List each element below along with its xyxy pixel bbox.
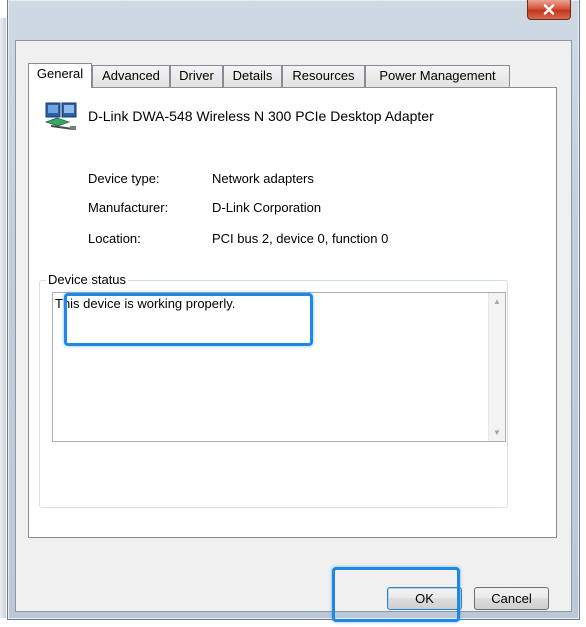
device-status-text[interactable]: This device is working properly. [55, 296, 235, 311]
device-status-title: Device status [46, 272, 129, 288]
device-status-textbox[interactable]: This device is working properly. ▲ ▼ [52, 292, 506, 442]
location-value: PCI bus 2, device 0, function 0 [212, 231, 389, 246]
scroll-down-arrow-icon[interactable]: ▼ [489, 424, 505, 441]
tab-advanced[interactable]: Advanced [92, 65, 170, 87]
title-bar[interactable] [8, 0, 579, 40]
device-type-label: Device type: [88, 171, 160, 186]
manufacturer-label: Manufacturer: [88, 200, 169, 215]
general-tab-panel: D-Link DWA-548 Wireless N 300 PCIe Deskt… [28, 87, 557, 538]
tab-driver[interactable]: Driver [170, 65, 223, 87]
dialog-client-area: General Advanced Driver Details Resource… [15, 40, 572, 612]
close-button[interactable] [527, 0, 571, 20]
device-name: D-Link DWA-548 Wireless N 300 PCIe Deskt… [88, 108, 434, 124]
background-window-edge [0, 18, 6, 618]
tab-resources[interactable]: Resources [282, 65, 365, 87]
tab-power-management[interactable]: Power Management [365, 65, 510, 87]
cancel-button[interactable]: Cancel [474, 587, 549, 610]
scroll-up-arrow-icon[interactable]: ▲ [489, 293, 505, 310]
device-type-value: Network adapters [212, 171, 314, 186]
tab-details[interactable]: Details [223, 65, 282, 87]
manufacturer-value: D-Link Corporation [212, 200, 322, 215]
tab-general[interactable]: General [28, 63, 92, 88]
status-scrollbar[interactable]: ▲ ▼ [488, 293, 505, 441]
close-icon [543, 4, 555, 15]
network-adapter-icon [44, 102, 77, 130]
ok-button[interactable]: OK [387, 587, 462, 610]
device-status-group: Device status This device is working pro… [39, 272, 508, 508]
properties-dialog: General Advanced Driver Details Resource… [7, 0, 580, 620]
location-label: Location: [88, 231, 141, 246]
